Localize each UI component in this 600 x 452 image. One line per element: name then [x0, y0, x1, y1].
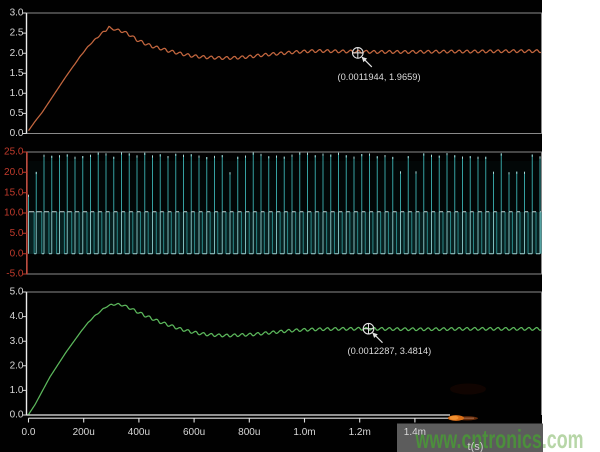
svg-text:4.0: 4.0	[10, 311, 24, 322]
svg-text:3.0: 3.0	[10, 8, 24, 19]
svg-text:0.0: 0.0	[10, 128, 24, 139]
svg-text:1.5: 1.5	[10, 68, 24, 79]
svg-text:(0.0012287, 3.4814): (0.0012287, 3.4814)	[348, 346, 432, 356]
svg-text:-5.0: -5.0	[6, 269, 24, 280]
svg-text:1.0m: 1.0m	[293, 427, 315, 438]
svg-text:www.cntronics.com: www.cntronics.com	[415, 424, 584, 452]
svg-text:1.0: 1.0	[10, 385, 24, 396]
svg-text:2.0: 2.0	[10, 360, 24, 371]
svg-text:3.0: 3.0	[10, 336, 24, 347]
svg-text:15.0: 15.0	[4, 187, 24, 198]
svg-text:0.0: 0.0	[10, 248, 24, 259]
svg-text:(0.0011944, 1.9659): (0.0011944, 1.9659)	[338, 72, 421, 82]
svg-text:20.0: 20.0	[4, 167, 24, 178]
svg-text:1.0: 1.0	[10, 88, 24, 99]
svg-text:2.0: 2.0	[10, 48, 24, 59]
svg-text:5.0: 5.0	[10, 287, 24, 298]
svg-text:1.2m: 1.2m	[349, 427, 371, 438]
svg-text:0.5: 0.5	[10, 108, 24, 119]
svg-text:400u: 400u	[128, 427, 150, 438]
svg-text:0.0: 0.0	[10, 410, 24, 421]
svg-text:800u: 800u	[238, 427, 260, 438]
svg-text:10.0: 10.0	[4, 208, 24, 219]
svg-text:5.0: 5.0	[10, 228, 24, 239]
svg-text:600u: 600u	[183, 427, 205, 438]
svg-text:200u: 200u	[73, 427, 95, 438]
svg-text:0.0: 0.0	[22, 427, 36, 438]
svg-text:t(s): t(s)	[468, 441, 484, 452]
svg-text:25.0: 25.0	[4, 147, 24, 158]
svg-text:2.5: 2.5	[10, 28, 24, 39]
